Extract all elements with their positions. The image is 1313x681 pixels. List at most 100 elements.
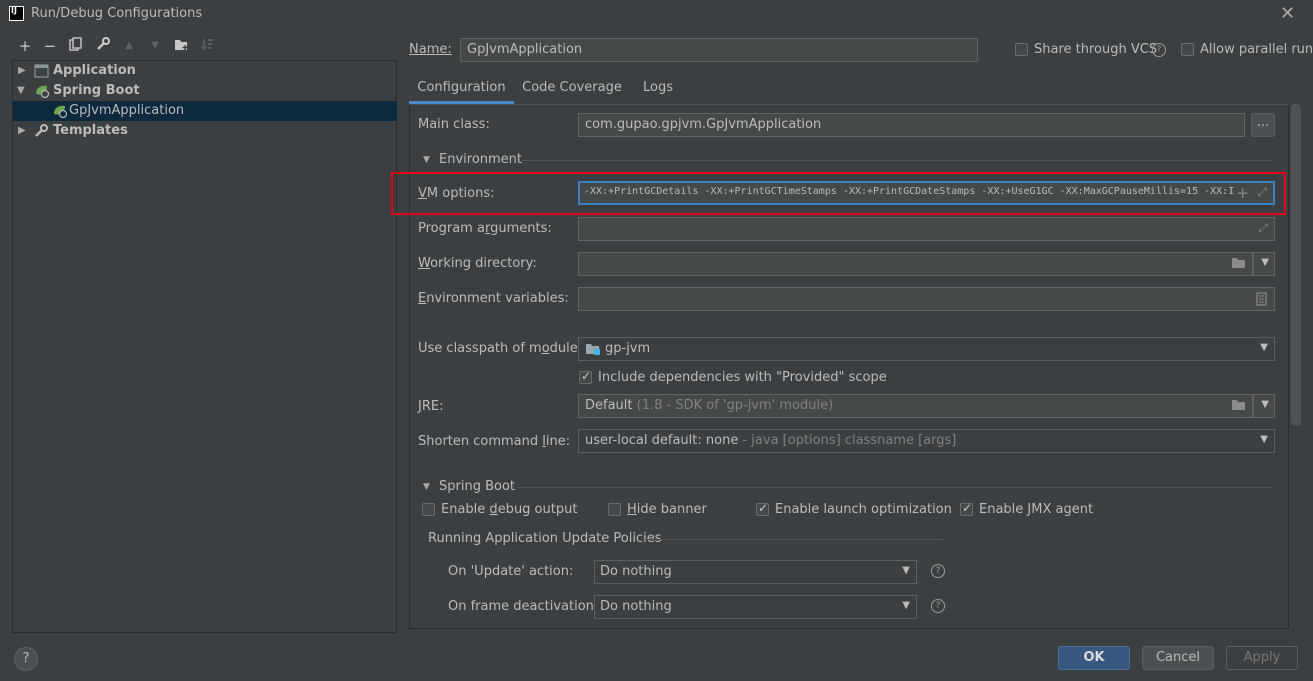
jre-dropdown[interactable]: ▼ [1253,394,1275,418]
move-down-icon[interactable]: ▼ [146,37,164,55]
expand-icon[interactable]: ⤢ [1258,221,1268,236]
close-icon[interactable]: ✕ [1280,3,1295,24]
copy-icon[interactable] [67,37,85,55]
wrench-icon [34,124,49,138]
on-frame-deactivation-dropdown[interactable]: Do nothing ▼ [594,595,917,619]
classpath-module-label: Use classpath of module: [418,341,583,356]
enable-jmx-agent-label: Enable JMX agent [979,502,1094,517]
tab-configuration[interactable]: Configuration [409,74,514,104]
enable-debug-output-label: Enable debug output [441,502,578,517]
shorten-command-line-label: Shorten command line: [418,434,571,449]
name-label: Name: [409,42,452,57]
jre-input[interactable]: Default (1.8 - SDK of 'gp-jvm' module) [578,394,1253,418]
window-title: Run/Debug Configurations [31,6,203,21]
shorten-command-line-dropdown[interactable]: user-local default: none - java [options… [578,429,1275,453]
allow-parallel-checkbox[interactable] [1181,43,1194,56]
help-icon[interactable]: ? [1152,43,1166,57]
jre-value: Default [585,398,633,413]
tree-item-label: Templates [53,123,128,138]
configuration-tree[interactable]: ▶ Application ▼ Spring Boot GpJvmApplica… [12,60,397,633]
hide-banner-label: Hide banner [627,502,707,517]
application-icon [34,64,49,78]
chevron-down-icon[interactable]: ▼ [17,81,25,101]
ok-button[interactable]: OK [1058,646,1130,670]
add-icon[interactable]: + [16,37,34,55]
shorten-hint: - java [options] classname [args] [742,433,957,448]
enable-jmx-agent-checkbox[interactable] [960,501,973,516]
spring-boot-icon [34,84,50,99]
chevron-down-icon[interactable]: ▼ [1261,399,1269,410]
chevron-down-icon[interactable]: ▼ [423,482,430,492]
tree-item-application[interactable]: ▶ Application [13,61,397,81]
browse-button[interactable]: ... [1251,113,1275,137]
tab-code-coverage[interactable]: Code Coverage [516,74,628,104]
spring-boot-icon [52,104,68,119]
spring-boot-section-label: Spring Boot [439,479,516,494]
working-directory-label: Working directory: [418,256,537,271]
tree-item-templates[interactable]: ▶ Templates [13,121,397,141]
cancel-button[interactable]: Cancel [1142,646,1214,670]
jre-hint: (1.8 - SDK of 'gp-jvm' module) [636,398,834,413]
chevron-down-icon[interactable]: ▼ [1260,434,1268,445]
tree-item-label: Application [53,63,136,78]
chevron-right-icon[interactable]: ▶ [18,61,26,81]
divider [521,160,1273,161]
folder-icon[interactable] [1231,399,1246,415]
tree-item-spring-boot[interactable]: ▼ Spring Boot [13,81,397,101]
on-update-action-dropdown[interactable]: Do nothing ▼ [594,560,917,584]
working-directory-input[interactable] [578,252,1253,276]
tab-logs[interactable]: Logs [632,74,684,104]
enable-launch-optimization-label: Enable launch optimization [775,502,952,517]
environment-variables-input[interactable] [578,287,1275,311]
chevron-down-icon[interactable]: ▼ [902,565,910,576]
chevron-right-icon[interactable]: ▶ [18,121,26,141]
jre-label: JRE: [418,399,444,414]
help-icon[interactable]: ? [931,599,945,613]
tree-item-label: GpJvmApplication [69,103,185,118]
chevron-down-icon[interactable]: ▼ [423,155,430,165]
enable-launch-optimization-checkbox[interactable] [756,501,769,516]
program-arguments-input[interactable]: ⤢ [578,217,1275,241]
divider [517,487,1273,488]
help-icon[interactable]: ? [931,564,945,578]
on-update-action-label: On 'Update' action: [448,564,574,579]
chevron-down-icon[interactable]: ▼ [902,600,910,611]
main-class-input[interactable]: com.gupao.gpjvm.GpJvmApplication [578,113,1245,137]
move-up-icon[interactable]: ▲ [120,37,138,55]
scrollbar-thumb[interactable] [1291,104,1301,426]
on-frame-deactivation-label: On frame deactivation: [448,599,599,614]
working-directory-dropdown[interactable]: ▼ [1253,252,1275,276]
tree-item-gpjvmapplication[interactable]: GpJvmApplication [13,101,397,121]
chevron-down-icon[interactable]: ▼ [1261,257,1269,268]
folder-icon[interactable] [1231,257,1246,273]
share-vcs-label: Share through VCS [1034,42,1158,57]
enable-debug-output-checkbox[interactable] [422,503,435,516]
environment-variables-label: Environment variables: [418,291,569,306]
share-vcs-checkbox[interactable] [1015,43,1028,56]
new-folder-icon[interactable] [172,37,190,55]
update-policies-label: Running Application Update Policies [428,531,662,546]
document-icon[interactable] [1256,292,1267,310]
main-class-label: Main class: [418,117,490,132]
chevron-down-icon[interactable]: ▼ [1260,342,1268,353]
add-icon[interactable]: + [1236,184,1249,202]
tree-item-label: Spring Boot [53,83,140,98]
sort-icon[interactable] [198,37,216,55]
wrench-icon[interactable] [94,37,112,55]
classpath-module-dropdown[interactable]: gp-jvm ▼ [578,337,1275,361]
help-button[interactable]: ? [14,647,38,671]
name-input[interactable]: GpJvmApplication [460,38,978,62]
environment-section-label: Environment [439,152,523,167]
shorten-value: user-local default: none [585,433,739,448]
vm-options-input[interactable]: -XX:+PrintGCDetails -XX:+PrintGCTimeStam… [578,181,1275,205]
expand-icon[interactable]: ⤢ [1257,185,1267,200]
hide-banner-checkbox[interactable] [608,503,621,516]
apply-button[interactable]: Apply [1226,646,1298,670]
allow-parallel-label: Allow parallel run [1200,42,1313,57]
include-dependencies-checkbox[interactable] [579,369,592,384]
vm-options-label: VM options: [418,186,495,201]
include-dependencies-label: Include dependencies with "Provided" sco… [598,370,887,385]
remove-icon[interactable]: − [41,37,59,55]
module-folder-icon [585,342,601,360]
intellij-app-icon: IJ [9,6,24,21]
